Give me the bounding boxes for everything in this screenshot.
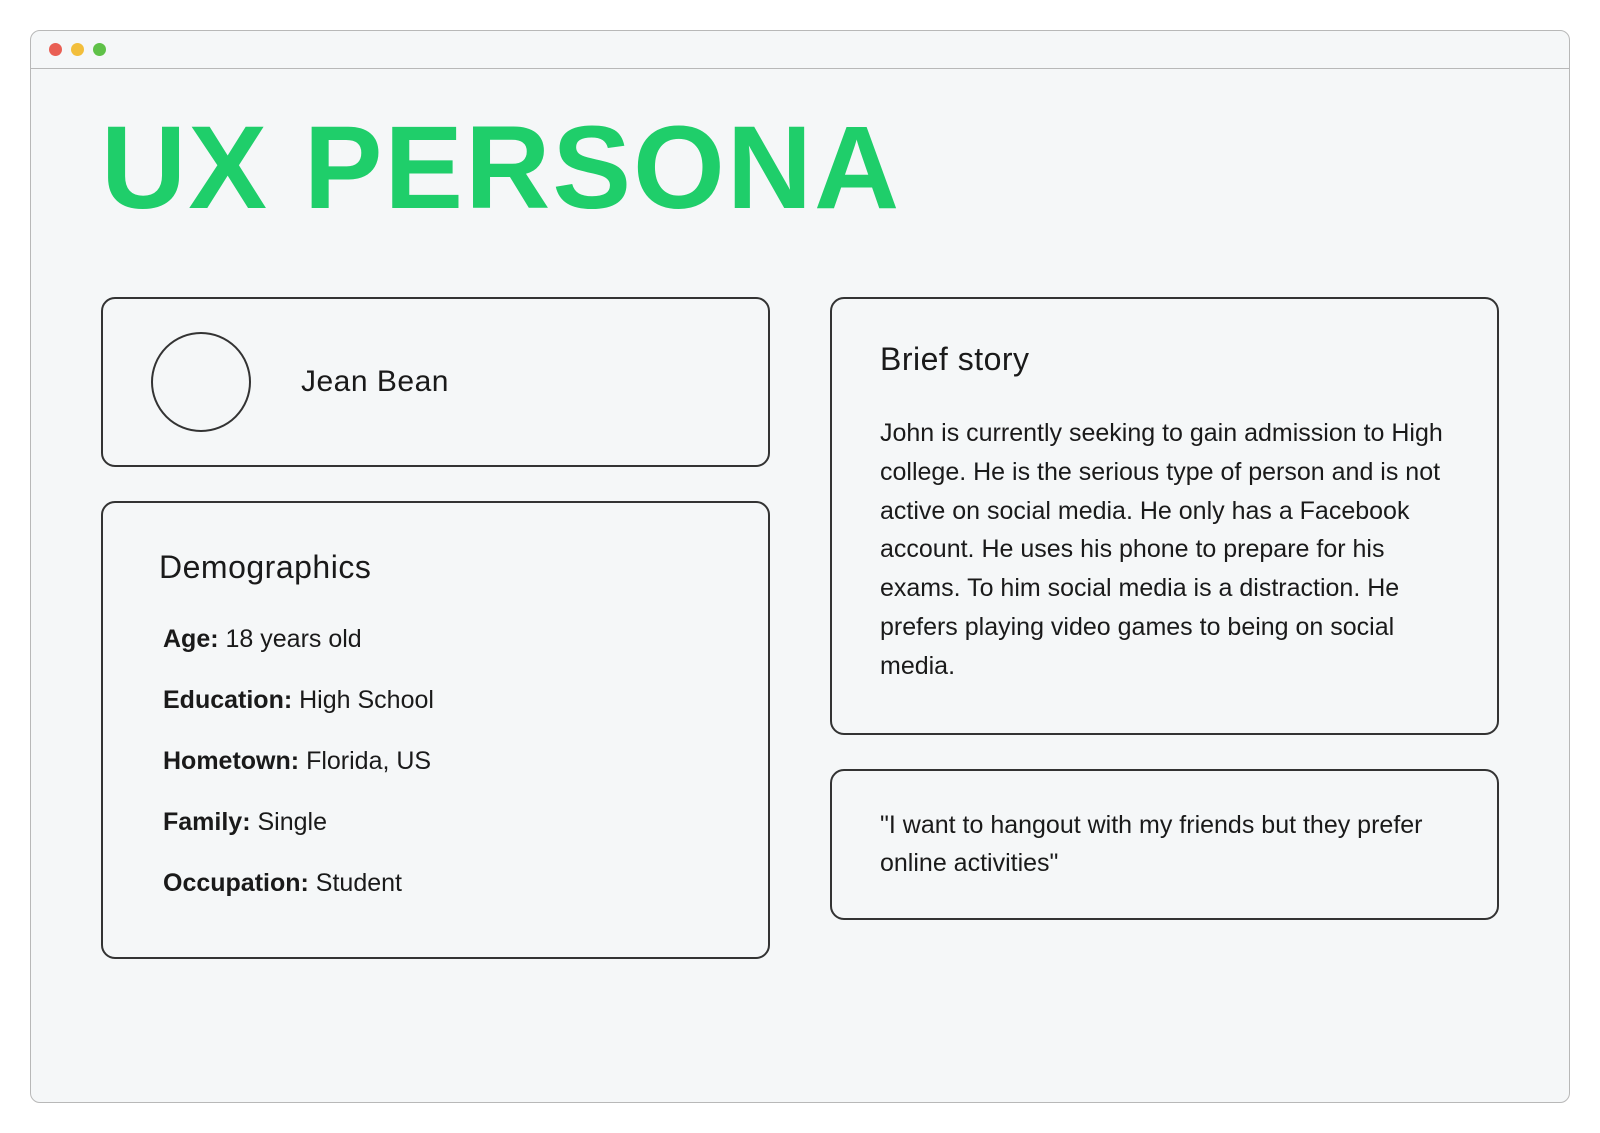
demographics-heading: Demographics <box>159 549 712 586</box>
story-heading: Brief story <box>880 341 1449 378</box>
quote-text: "I want to hangout with my friends but t… <box>880 807 1449 882</box>
demographics-label: Family: <box>163 808 251 836</box>
persona-name: Jean Bean <box>301 365 449 399</box>
demographics-label: Occupation: <box>163 869 309 897</box>
demographics-value: Florida, US <box>306 747 431 775</box>
demographics-label: Age: <box>163 625 219 653</box>
quote-card: "I want to hangout with my friends but t… <box>830 769 1499 920</box>
demographics-item: Hometown: Florida, US <box>163 744 712 779</box>
demographics-list: Age: 18 years old Education: High School… <box>159 622 712 901</box>
demographics-value: Single <box>257 808 327 836</box>
demographics-card: Demographics Age: 18 years old Education… <box>101 501 770 959</box>
demographics-label: Education: <box>163 686 292 714</box>
page-content: UX PERSONA Jean Bean Demographics Age: 1… <box>31 69 1569 1102</box>
minimize-icon[interactable] <box>71 43 84 56</box>
left-column: Jean Bean Demographics Age: 18 years old… <box>101 297 770 959</box>
story-card: Brief story John is currently seeking to… <box>830 297 1499 735</box>
demographics-item: Occupation: Student <box>163 866 712 901</box>
avatar-placeholder-icon <box>151 332 251 432</box>
profile-card: Jean Bean <box>101 297 770 467</box>
demographics-value: Student <box>316 869 402 897</box>
close-icon[interactable] <box>49 43 62 56</box>
window-titlebar <box>31 31 1569 69</box>
demographics-value: 18 years old <box>226 625 362 653</box>
columns: Jean Bean Demographics Age: 18 years old… <box>101 297 1499 959</box>
demographics-label: Hometown: <box>163 747 299 775</box>
demographics-item: Age: 18 years old <box>163 622 712 657</box>
demographics-item: Family: Single <box>163 805 712 840</box>
demographics-value: High School <box>299 686 434 714</box>
story-text: John is currently seeking to gain admiss… <box>880 414 1449 685</box>
maximize-icon[interactable] <box>93 43 106 56</box>
right-column: Brief story John is currently seeking to… <box>830 297 1499 959</box>
browser-window: UX PERSONA Jean Bean Demographics Age: 1… <box>30 30 1570 1103</box>
page-title: UX PERSONA <box>101 109 1499 227</box>
demographics-item: Education: High School <box>163 683 712 718</box>
